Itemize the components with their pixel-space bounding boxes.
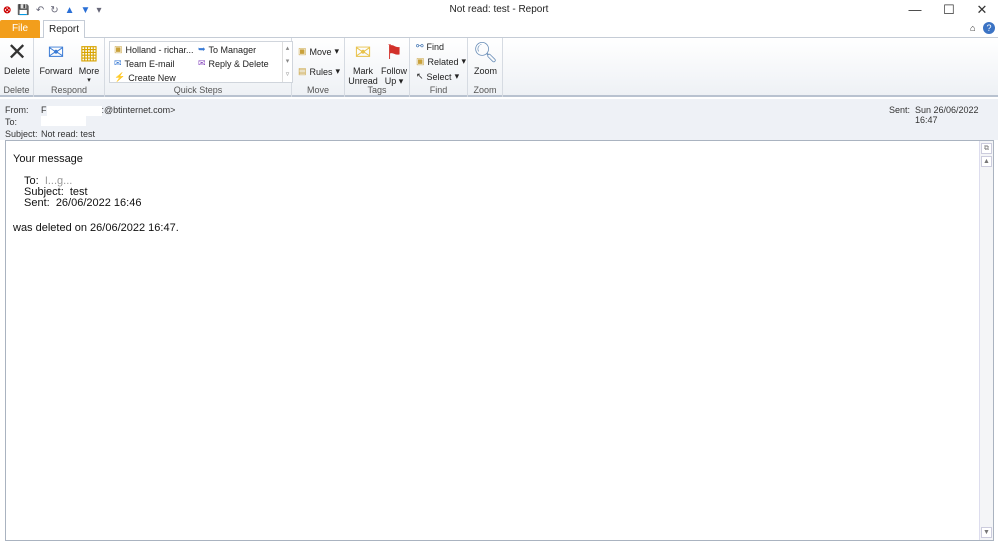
title-bar: ⊗ 💾 ↶ ↻ ▲ ▼ ▾ Not read: test - Report — … [0,0,998,20]
gallery-scroll[interactable]: ▴ ▾ ▿ [282,42,292,82]
minimize-button[interactable]: — [905,2,925,17]
related-button[interactable]: ▣ Related ▾ [416,56,466,67]
binoculars-icon: ⚯ [416,41,424,51]
tab-file[interactable]: File [0,20,40,38]
group-label: Find [429,85,448,95]
subject-label: Subject: [5,129,38,139]
rules-icon: ▤ [298,66,307,76]
scroll-up-arrow[interactable]: ▲ [981,156,992,167]
delete-x-icon: ✕ [6,39,28,66]
original-sent: Sent: 26/06/2022 16:46 [24,197,142,209]
view-toggle-icon[interactable]: ⧉ [981,143,992,154]
group-label: Zoom [473,85,497,95]
from-value[interactable]: F:@btinternet.com> [41,105,175,116]
move-button[interactable]: ▣ Move ▾ [298,46,339,57]
group-delete: ✕ Delete Delete [0,38,34,97]
cursor-icon: ↖ [416,71,424,81]
group-respond: ✉ Forward ▦ More ▾ Respond [34,38,105,97]
follow-up-button[interactable]: ⚑ Follow Up ▾ [379,40,409,86]
select-button[interactable]: ↖ Select ▾ [416,71,459,82]
forward-button[interactable]: ✉ Forward [37,40,75,76]
close-button[interactable]: ✕ [972,2,992,18]
magnifier-icon: 🔍︎ [472,42,499,64]
group-quick-steps: ▣ Holland - richar... ➥ To Manager ✉ Team E… [105,38,293,97]
delete-button[interactable]: ✕ Delete [2,39,32,77]
quick-step-reply-delete[interactable]: ✉ Reply & Delete [198,58,269,69]
forward-icon: ✉ [47,42,65,64]
maximize-button[interactable]: ☐ [939,2,959,18]
message-header: From: F:@btinternet.com> To: Subject: No… [0,99,998,140]
more-button[interactable]: ▦ More ▾ [75,40,103,86]
zoom-button[interactable]: 🔍︎ Zoom [470,40,501,76]
quick-step-to-manager[interactable]: ➥ To Manager [198,44,256,55]
message-intro: Your message [13,153,83,165]
group-move: ▣ Move ▾ ▤ Rules ▾ Move [292,38,345,97]
group-label: Move [306,85,329,95]
quick-step-create-new[interactable]: ⚡ Create New [114,72,176,83]
team-mail-icon: ✉ [114,58,122,68]
subject-value: Not read: test [41,129,96,139]
group-find: ⚯ Find ▣ Related ▾ ↖ Select ▾ Find [410,38,468,97]
ribbon-tabs: File Report ⌂ ? [0,20,998,39]
group-label: Quick Steps [173,85,223,95]
group-tags: ✉ Mark Unread ⚑ Follow Up ▾ Tags [345,38,410,97]
scroll-down-arrow[interactable]: ▼ [981,527,992,538]
vertical-scrollbar[interactable]: ⧉ ▲ ▼ [979,141,993,540]
from-label: From: [5,105,29,115]
move-icon: ▣ [298,46,307,56]
sent-value: Sun 26/06/2022 16:47 [915,105,979,125]
tab-report[interactable]: Report [43,20,85,39]
minimize-ribbon-icon[interactable]: ⌂ [970,23,975,33]
envelope-icon: ✉ [354,42,372,64]
to-label: To: [5,117,18,127]
group-label: Delete [3,85,30,95]
group-label: Tags [367,85,387,95]
group-zoom: 🔍︎ Zoom Zoom [468,38,503,97]
quick-steps-gallery: ▣ Holland - richar... ➥ To Manager ✉ Team E… [109,41,293,83]
mail-arrow-icon: ➥ [198,44,206,54]
mark-unread-button[interactable]: ✉ Mark Unread [347,40,379,86]
deleted-notice: was deleted on 26/06/2022 16:47. [13,222,179,234]
related-icon: ▣ [416,56,425,66]
help-icon[interactable]: ? [983,22,995,34]
folder-icon: ▣ [114,44,123,54]
group-label: Respond [50,85,88,95]
calendar-icon: ▦ [79,42,99,64]
flag-icon: ⚑ [385,42,403,64]
quick-step-team-email[interactable]: ✉ Team E-mail [114,58,175,69]
to-value-redacted [41,116,86,126]
message-body[interactable]: Your message To: I...g... Subject: test … [5,140,994,541]
lightning-icon: ⚡ [114,72,126,82]
rules-button[interactable]: ▤ Rules ▾ [298,66,340,77]
quick-step-holland[interactable]: ▣ Holland - richar... [114,44,194,55]
reply-delete-icon: ✉ [198,58,206,68]
ribbon: ✕ Delete Delete ✉ Forward ▦ More ▾ Respon… [0,38,998,97]
find-button[interactable]: ⚯ Find [416,41,444,52]
sent-label: Sent: [889,105,911,115]
window-title: Not read: test - Report [449,4,549,15]
